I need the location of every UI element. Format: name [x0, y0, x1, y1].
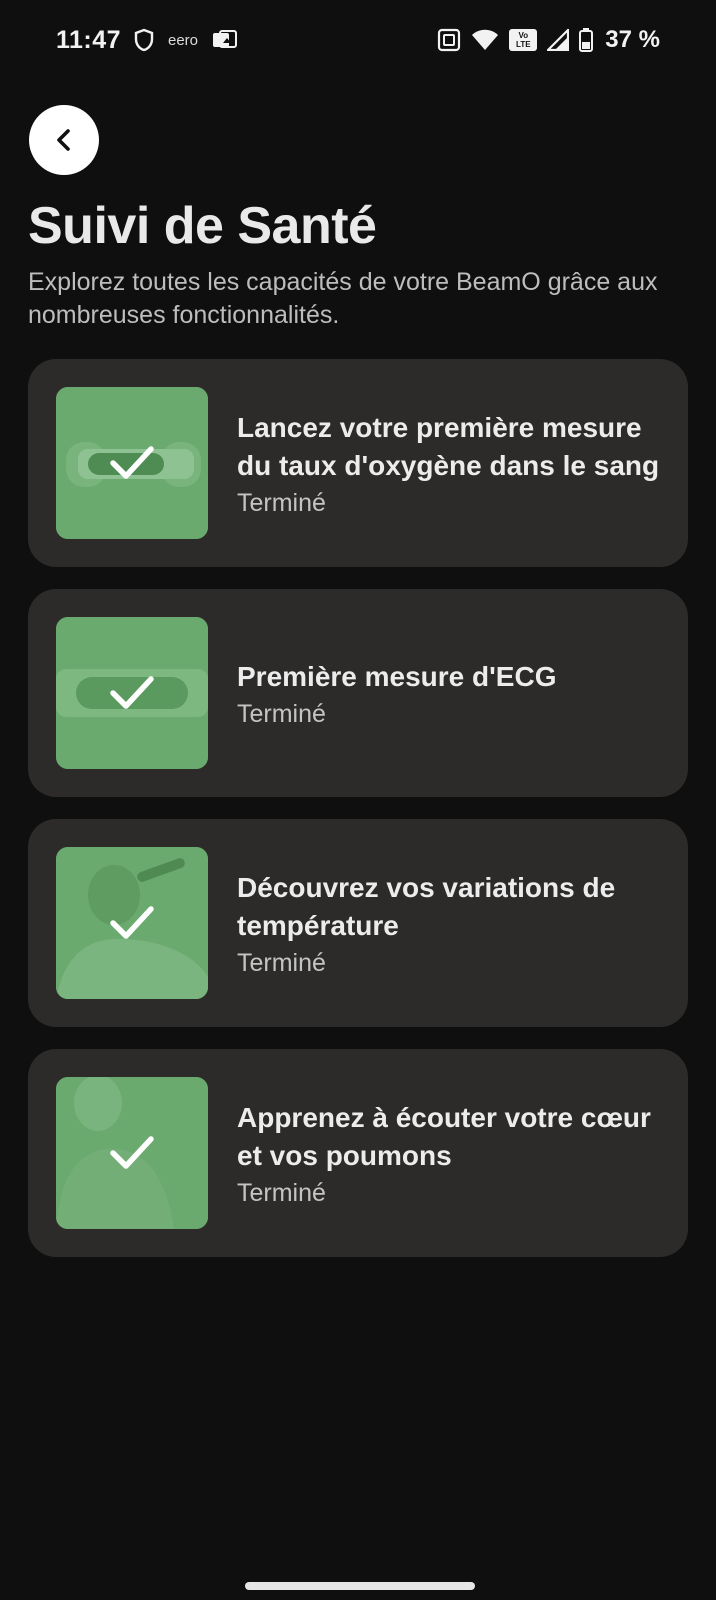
- card-text: Apprenez à écouter votre cœur et vos pou…: [237, 1049, 664, 1257]
- card-text: Lancez votre première mesure du taux d'o…: [237, 359, 664, 567]
- back-button[interactable]: [29, 105, 99, 175]
- shield-icon: [134, 28, 154, 52]
- feature-list: Lancez votre première mesure du taux d'o…: [28, 359, 688, 1279]
- status-left-icons: eero: [134, 28, 238, 52]
- volte-icon: Vo LTE: [509, 29, 538, 51]
- status-bar: 11:47 eero Vo LTE 37 %: [0, 0, 716, 84]
- card-thumbnail: [56, 617, 208, 769]
- card-thumbnail: [56, 847, 208, 999]
- checkmark-icon: [110, 446, 154, 479]
- battery-percent: 37 %: [605, 26, 660, 53]
- card-heart-lungs[interactable]: Apprenez à écouter votre cœur et vos pou…: [28, 1049, 688, 1257]
- card-status: Terminé: [237, 1178, 326, 1207]
- card-title: Découvrez vos variations de température: [237, 871, 616, 941]
- card-thumbnail: [56, 387, 208, 539]
- chevron-left-icon: [57, 129, 70, 151]
- page-subtitle: Explorez toutes les capacités de votre B…: [28, 268, 658, 329]
- battery-icon: [579, 28, 594, 52]
- card-title: Lancez votre première mesure du taux d'o…: [237, 411, 660, 481]
- card-temperature[interactable]: Découvrez vos variations de température …: [28, 819, 688, 1027]
- card-title: Apprenez à écouter votre cœur et vos pou…: [237, 1101, 651, 1171]
- checkmark-icon: [110, 906, 154, 939]
- card-text: Découvrez vos variations de température …: [237, 819, 664, 1027]
- card-status: Terminé: [237, 488, 326, 517]
- checkmark-icon: [110, 676, 154, 709]
- card-text: Première mesure d'ECG Terminé: [237, 589, 664, 797]
- home-indicator[interactable]: [245, 1582, 475, 1590]
- card-title: Première mesure d'ECG: [237, 660, 557, 692]
- card-status: Terminé: [237, 948, 326, 977]
- card-status: Terminé: [237, 699, 326, 728]
- card-blood-oxygen[interactable]: Lancez votre première mesure du taux d'o…: [28, 359, 688, 567]
- card-ecg[interactable]: Première mesure d'ECG Terminé: [28, 589, 688, 797]
- card-thumbnail: [56, 1077, 208, 1229]
- status-time: 11:47: [56, 26, 122, 54]
- eero-label: eero: [168, 31, 199, 49]
- signal-icon: [547, 29, 570, 51]
- checkmark-icon: [110, 1136, 154, 1169]
- status-right-icons: Vo LTE 37 %: [437, 26, 660, 54]
- wifi-icon: [472, 29, 499, 50]
- page-title: Suivi de Santé: [28, 197, 377, 255]
- photo-notification-icon: [213, 30, 238, 48]
- nfc-icon: [438, 28, 461, 52]
